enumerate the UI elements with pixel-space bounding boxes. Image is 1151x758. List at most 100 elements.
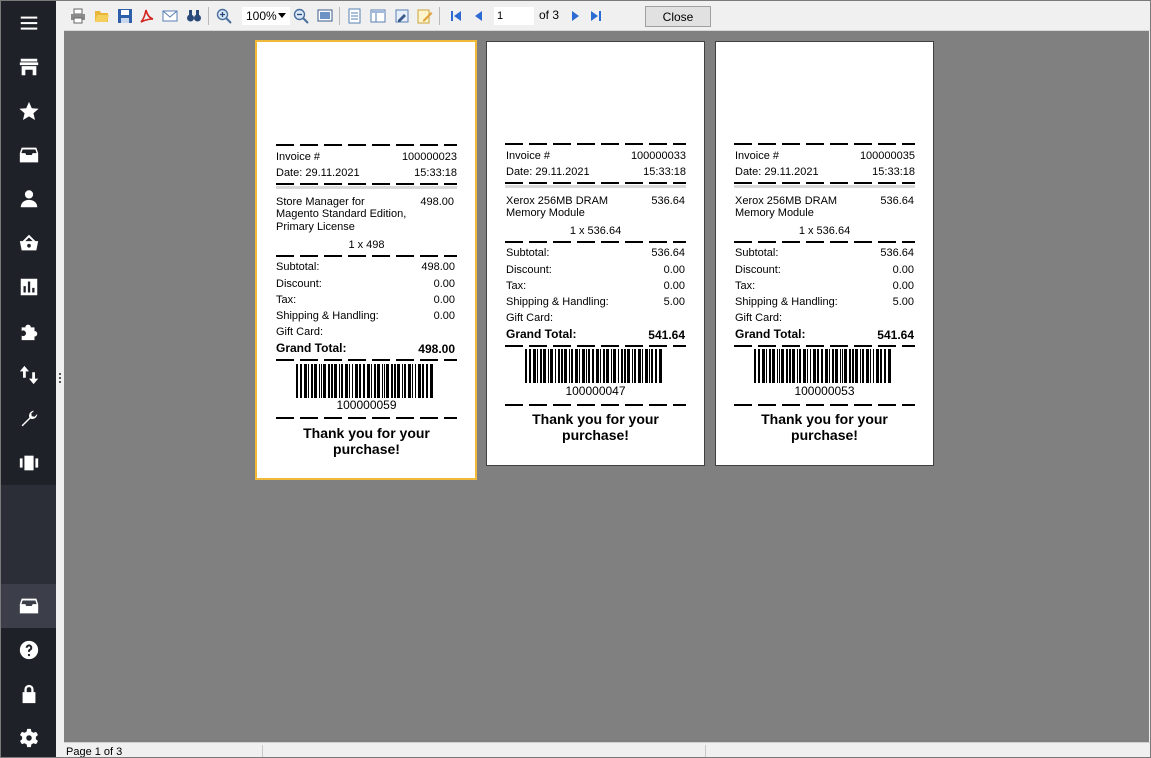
chevron-down-icon[interactable]	[278, 13, 286, 18]
sidebar-item-favorites[interactable]	[1, 89, 56, 133]
printer-icon	[71, 8, 85, 24]
carousel-icon	[19, 455, 38, 471]
thank-you-line-2: purchase!	[562, 427, 629, 443]
tax-value: 0.00	[433, 294, 455, 306]
sidebar-bottom-group	[1, 584, 56, 757]
grand-total-label: Grand Total:	[276, 341, 347, 355]
receipt-page-1[interactable]: Invoice # 100000023 Date: 29.11.2021 15:…	[255, 40, 477, 480]
sidebar	[1, 1, 56, 757]
chart-icon	[20, 278, 37, 296]
sidebar-item-reports[interactable]	[1, 265, 56, 309]
sidebar-item-customers[interactable]	[1, 177, 56, 221]
print-button[interactable]	[69, 7, 87, 25]
barcode	[754, 349, 891, 383]
grand-total-value: 541.64	[877, 328, 914, 342]
receipt-page-2[interactable]: Invoice # 100000033 Date: 29.11.2021 15:…	[486, 41, 705, 466]
invoice-date: Date: 29.11.2021	[506, 166, 590, 178]
monitor-icon	[317, 9, 333, 22]
first-page-icon	[451, 11, 461, 21]
binoculars-icon	[187, 10, 201, 22]
item-price: 536.64	[651, 195, 685, 207]
sidebar-item-store[interactable]	[1, 45, 56, 89]
page-number-input[interactable]	[494, 7, 534, 25]
barcode-number: 100000059	[336, 398, 397, 412]
dashed-divider	[505, 182, 686, 184]
shipping-label: Shipping & Handling:	[506, 296, 609, 308]
tax-value: 0.00	[663, 280, 685, 292]
sidebar-item-archive-active[interactable]	[1, 584, 56, 628]
find-button[interactable]	[185, 7, 203, 25]
page-count-label: of 3	[539, 8, 560, 22]
last-page-button[interactable]	[587, 7, 605, 25]
user-icon	[20, 190, 37, 208]
sidebar-item-carousel[interactable]	[1, 441, 56, 485]
subtotal-label: Subtotal:	[276, 261, 320, 273]
grand-total-label: Grand Total:	[506, 327, 577, 341]
layout-button[interactable]	[369, 7, 387, 25]
previous-page-button[interactable]	[470, 7, 488, 25]
next-page-button[interactable]	[566, 7, 584, 25]
puzzle-icon	[21, 324, 37, 341]
subtotal-value: 536.64	[880, 247, 914, 259]
sidebar-item-security[interactable]	[1, 672, 56, 716]
thank-you-line-2: purchase!	[333, 441, 400, 457]
full-page-button[interactable]	[316, 7, 334, 25]
zoom-out-button[interactable]	[292, 7, 310, 25]
item-price: 536.64	[880, 195, 914, 207]
preview-toolbar: 100% of 3	[64, 1, 1150, 31]
open-button[interactable]	[93, 7, 111, 25]
sidebar-item-archive[interactable]	[1, 133, 56, 177]
design-icon	[395, 9, 409, 23]
invoice-label: Invoice #	[276, 151, 321, 163]
barcode-number: 100000053	[794, 384, 855, 398]
sidebar-item-tools[interactable]	[1, 397, 56, 441]
sidebar-item-orders[interactable]	[1, 221, 56, 265]
item-name-line-2: Memory Module	[735, 207, 814, 219]
gear-icon	[19, 728, 38, 748]
tax-label: Tax:	[506, 280, 527, 292]
dashed-divider	[505, 241, 686, 243]
sidebar-item-settings[interactable]	[1, 716, 56, 757]
shipping-label: Shipping & Handling:	[735, 296, 838, 308]
edit-button[interactable]	[416, 7, 434, 25]
item-price: 498.00	[420, 196, 454, 208]
page-setup-button[interactable]	[346, 7, 364, 25]
shipping-label: Shipping & Handling:	[276, 310, 379, 322]
toolbar-separator	[439, 7, 440, 25]
email-button[interactable]	[161, 7, 179, 25]
preview-area[interactable]: Invoice # 100000023 Date: 29.11.2021 15:…	[64, 31, 1149, 742]
invoice-label: Invoice #	[506, 150, 551, 162]
toolbar-separator	[208, 7, 209, 25]
invoice-date: Date: 29.11.2021	[735, 166, 819, 178]
envelope-icon	[162, 10, 178, 22]
splitter-grip[interactable]	[59, 373, 61, 387]
divider	[734, 185, 915, 188]
dashed-divider	[276, 183, 457, 185]
first-page-button[interactable]	[447, 7, 465, 25]
last-page-icon	[591, 11, 601, 21]
grand-total-label: Grand Total:	[735, 327, 806, 341]
lock-icon	[22, 684, 35, 704]
toolbar-separator	[339, 7, 340, 25]
dashed-divider	[734, 241, 915, 243]
zoom-in-button[interactable]	[215, 7, 233, 25]
export-pdf-button[interactable]	[138, 7, 156, 25]
invoice-time: 15:33:18	[414, 167, 457, 179]
pdf-icon	[140, 9, 154, 23]
archive-icon	[19, 598, 38, 614]
star-icon	[18, 101, 39, 120]
menu-button[interactable]	[1, 1, 56, 45]
receipt-page-3[interactable]: Invoice # 100000035 Date: 29.11.2021 15:…	[715, 41, 934, 466]
save-button[interactable]	[116, 7, 134, 25]
zoom-out-icon	[293, 8, 309, 24]
sidebar-item-import-export[interactable]	[1, 353, 56, 397]
sidebar-item-addons[interactable]	[1, 309, 56, 353]
thank-you-line-1: Thank you for your	[303, 425, 430, 441]
print-preview-window: 100% of 3	[0, 0, 1151, 758]
thank-you-line-2: purchase!	[791, 427, 858, 443]
design-button[interactable]	[393, 7, 411, 25]
item-quantity: 1 x 536.64	[798, 225, 851, 237]
close-button[interactable]: Close	[645, 6, 711, 27]
dashed-divider	[276, 144, 457, 146]
sidebar-item-help[interactable]	[1, 628, 56, 672]
